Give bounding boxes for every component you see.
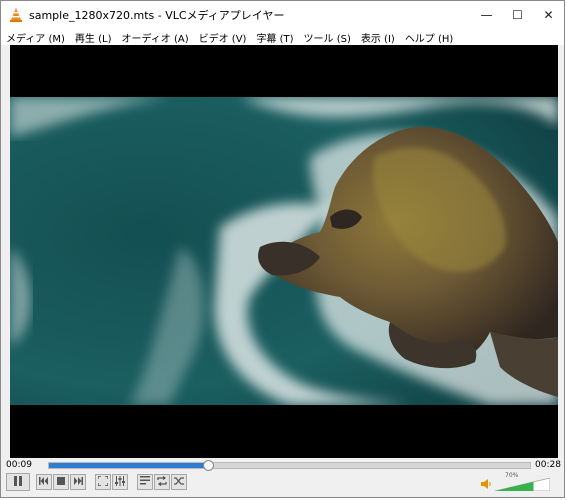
extended-settings-icon (115, 475, 125, 489)
minimize-button[interactable]: — (471, 1, 502, 29)
video-area[interactable] (10, 45, 558, 458)
window-title: sample_1280x720.mts - VLCメディアプレイヤー (29, 9, 285, 22)
menu-view[interactable]: 表示 (I) (356, 30, 400, 45)
fullscreen-icon (97, 474, 109, 489)
loop-button[interactable] (154, 474, 170, 490)
total-time: 00:28 (535, 460, 561, 470)
close-button[interactable]: ✕ (533, 1, 564, 29)
video-frame[interactable] (10, 97, 558, 405)
volume-slider[interactable] (495, 478, 550, 491)
stop-icon (57, 476, 65, 488)
shuffle-icon (174, 476, 184, 489)
menu-media[interactable]: メディア (M) (1, 30, 70, 45)
shuffle-button[interactable] (171, 474, 187, 490)
extended-settings-button[interactable] (112, 474, 128, 490)
playlist-icon (140, 476, 150, 488)
menu-help[interactable]: ヘルプ (H) (400, 30, 459, 45)
control-bar: 00:09 00:28 70% (1, 458, 564, 497)
pause-button[interactable] (6, 473, 30, 491)
menu-playback[interactable]: 再生 (L) (70, 30, 117, 45)
maximize-button[interactable]: ☐ (502, 1, 533, 29)
seek-bar[interactable] (48, 460, 531, 471)
pause-icon (13, 475, 23, 489)
seek-handle[interactable] (202, 460, 214, 471)
menu-audio[interactable]: オーディオ (A) (116, 30, 193, 45)
title-bar: sample_1280x720.mts - VLCメディアプレイヤー — ☐ ✕ (1, 1, 564, 29)
elapsed-time: 00:09 (6, 460, 32, 470)
menu-video[interactable]: ビデオ (V) (194, 30, 252, 45)
loop-icon (157, 475, 167, 489)
seek-progress (49, 463, 208, 468)
vlc-window: sample_1280x720.mts - VLCメディアプレイヤー — ☐ ✕… (0, 0, 565, 498)
previous-button[interactable] (36, 474, 52, 490)
skip-next-icon (73, 476, 83, 488)
playlist-button[interactable] (137, 474, 153, 490)
vlc-cone-icon (9, 8, 23, 22)
fullscreen-button[interactable] (95, 474, 111, 490)
menu-bar: メディア (M) 再生 (L) オーディオ (A) ビデオ (V) 字幕 (T)… (1, 29, 564, 45)
menu-subtitle[interactable]: 字幕 (T) (251, 30, 298, 45)
speaker-icon[interactable] (481, 478, 493, 490)
skip-previous-icon (39, 476, 49, 488)
next-button[interactable] (70, 474, 86, 490)
stop-button[interactable] (53, 474, 69, 490)
menu-tools[interactable]: ツール (S) (299, 30, 356, 45)
